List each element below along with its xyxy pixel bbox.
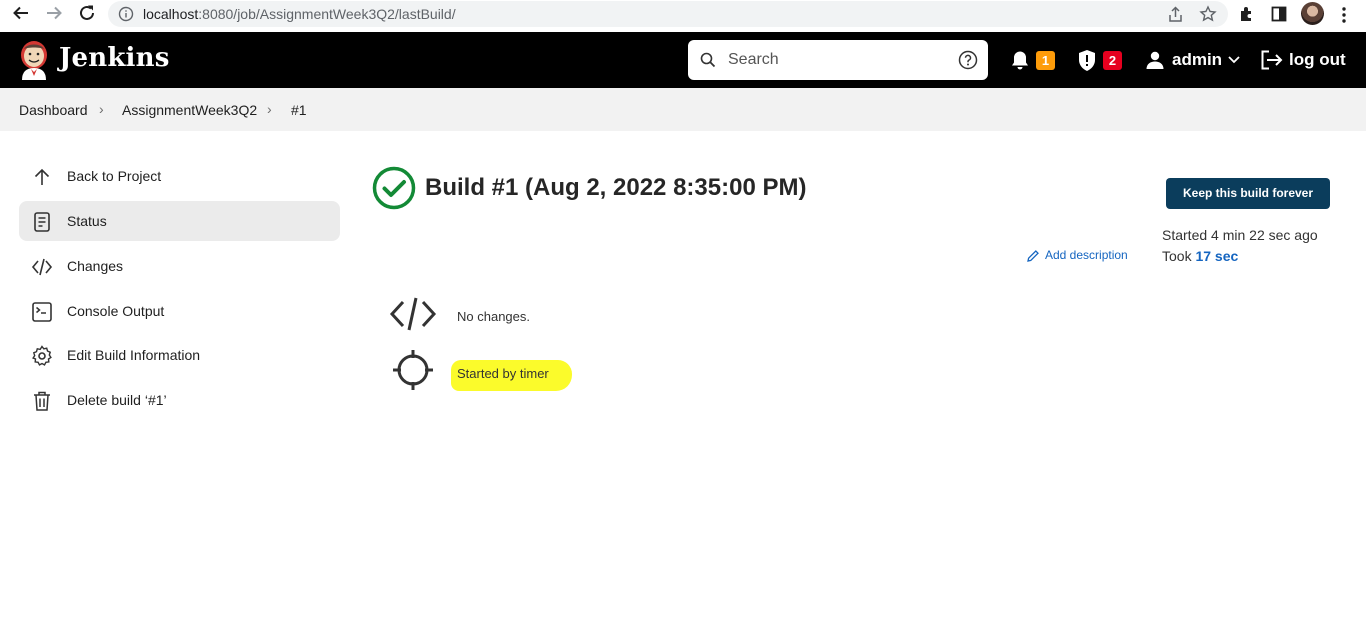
sidebar-item-label: Delete build ‘#1’: [67, 392, 167, 408]
user-icon[interactable]: [1145, 50, 1165, 70]
sidebar-item-label: Console Output: [67, 303, 165, 319]
breadcrumb: Dashboard › AssignmentWeek3Q2 › #1: [0, 88, 1366, 131]
sidebar-item-delete-build[interactable]: Delete build ‘#1’: [19, 380, 340, 420]
terminal-icon: [32, 302, 52, 322]
search-input[interactable]: [728, 40, 948, 80]
took-duration-link[interactable]: 17 sec: [1195, 248, 1238, 264]
breadcrumb-dashboard[interactable]: Dashboard: [19, 102, 88, 118]
document-icon: [34, 212, 50, 232]
reload-icon[interactable]: [75, 1, 99, 25]
trash-icon: [34, 391, 50, 411]
took-prefix: Took: [1162, 248, 1196, 264]
bookmark-star-icon[interactable]: [1199, 5, 1217, 23]
build-cause-text: Started by timer: [457, 366, 549, 381]
gear-icon: [32, 345, 52, 366]
jenkins-butler-logo-icon[interactable]: [18, 40, 50, 80]
help-icon[interactable]: [958, 50, 978, 70]
back-arrow-icon[interactable]: [9, 1, 33, 25]
breadcrumb-separator-icon: ›: [99, 101, 104, 117]
pencil-icon[interactable]: [1026, 249, 1040, 263]
logout-icon[interactable]: [1261, 50, 1283, 70]
url-path: :8080/job/AssignmentWeek3Q2/lastBuild/: [198, 6, 456, 22]
browser-toolbar: localhost:8080/job/AssignmentWeek3Q2/las…: [0, 0, 1366, 32]
security-count-badge[interactable]: 2: [1103, 51, 1122, 70]
url-text: localhost:8080/job/AssignmentWeek3Q2/las…: [143, 6, 456, 22]
extensions-puzzle-icon[interactable]: [1238, 5, 1256, 23]
chevron-down-icon[interactable]: [1228, 56, 1240, 64]
url-host: localhost: [143, 6, 199, 22]
sidebar-item-label: Back to Project: [67, 168, 162, 184]
more-vertical-icon[interactable]: [1339, 6, 1349, 24]
breadcrumb-build[interactable]: #1: [291, 102, 307, 118]
profile-avatar[interactable]: [1301, 2, 1324, 25]
sidebar-item-label: Status: [67, 213, 107, 229]
arrow-up-icon: [34, 168, 50, 185]
breadcrumb-separator-icon: ›: [267, 101, 272, 117]
sidebar-item-label: Changes: [67, 258, 124, 274]
sidebar-item-edit-build-information[interactable]: Edit Build Information: [19, 335, 340, 375]
sidebar-item-label: Edit Build Information: [67, 347, 201, 363]
notifications-bell-icon[interactable]: [1010, 50, 1030, 71]
sidebar-item-changes[interactable]: Changes: [19, 246, 340, 286]
timer-crosshair-icon: [393, 350, 433, 390]
info-icon[interactable]: [118, 6, 134, 22]
breadcrumb-job[interactable]: AssignmentWeek3Q2: [122, 102, 257, 118]
page-title: Build #1 (Aug 2, 2022 8:35:00 PM): [425, 174, 807, 201]
sidebar-item-console-output[interactable]: Console Output: [19, 291, 340, 331]
search-icon: [700, 52, 716, 68]
sidebar-item-back-to-project[interactable]: Back to Project: [19, 156, 340, 196]
started-ago-text: Started 4 min 22 sec ago: [1162, 227, 1318, 243]
user-name[interactable]: admin: [1172, 50, 1222, 70]
side-panel-icon[interactable]: [1271, 6, 1287, 22]
success-check-icon: [372, 166, 416, 210]
logout-link[interactable]: log out: [1289, 50, 1346, 70]
search-box[interactable]: [688, 40, 988, 80]
keep-build-forever-button[interactable]: Keep this build forever: [1166, 178, 1330, 209]
notifications-count-badge[interactable]: 1: [1036, 51, 1055, 70]
no-changes-text: No changes.: [457, 309, 530, 324]
sidebar-item-status[interactable]: Status: [19, 201, 340, 241]
took-text: Took 17 sec: [1162, 248, 1238, 264]
forward-arrow-icon[interactable]: [42, 1, 66, 25]
code-changes-icon: [389, 297, 437, 331]
security-shield-icon[interactable]: [1077, 49, 1097, 72]
address-bar[interactable]: localhost:8080/job/AssignmentWeek3Q2/las…: [108, 1, 1228, 27]
add-description-link[interactable]: Add description: [1045, 248, 1128, 262]
jenkins-logo-text[interactable]: Jenkins: [59, 43, 170, 73]
jenkins-header: Jenkins 1 2 admin log out: [0, 32, 1366, 88]
code-icon: [31, 258, 53, 276]
share-icon[interactable]: [1167, 6, 1184, 23]
